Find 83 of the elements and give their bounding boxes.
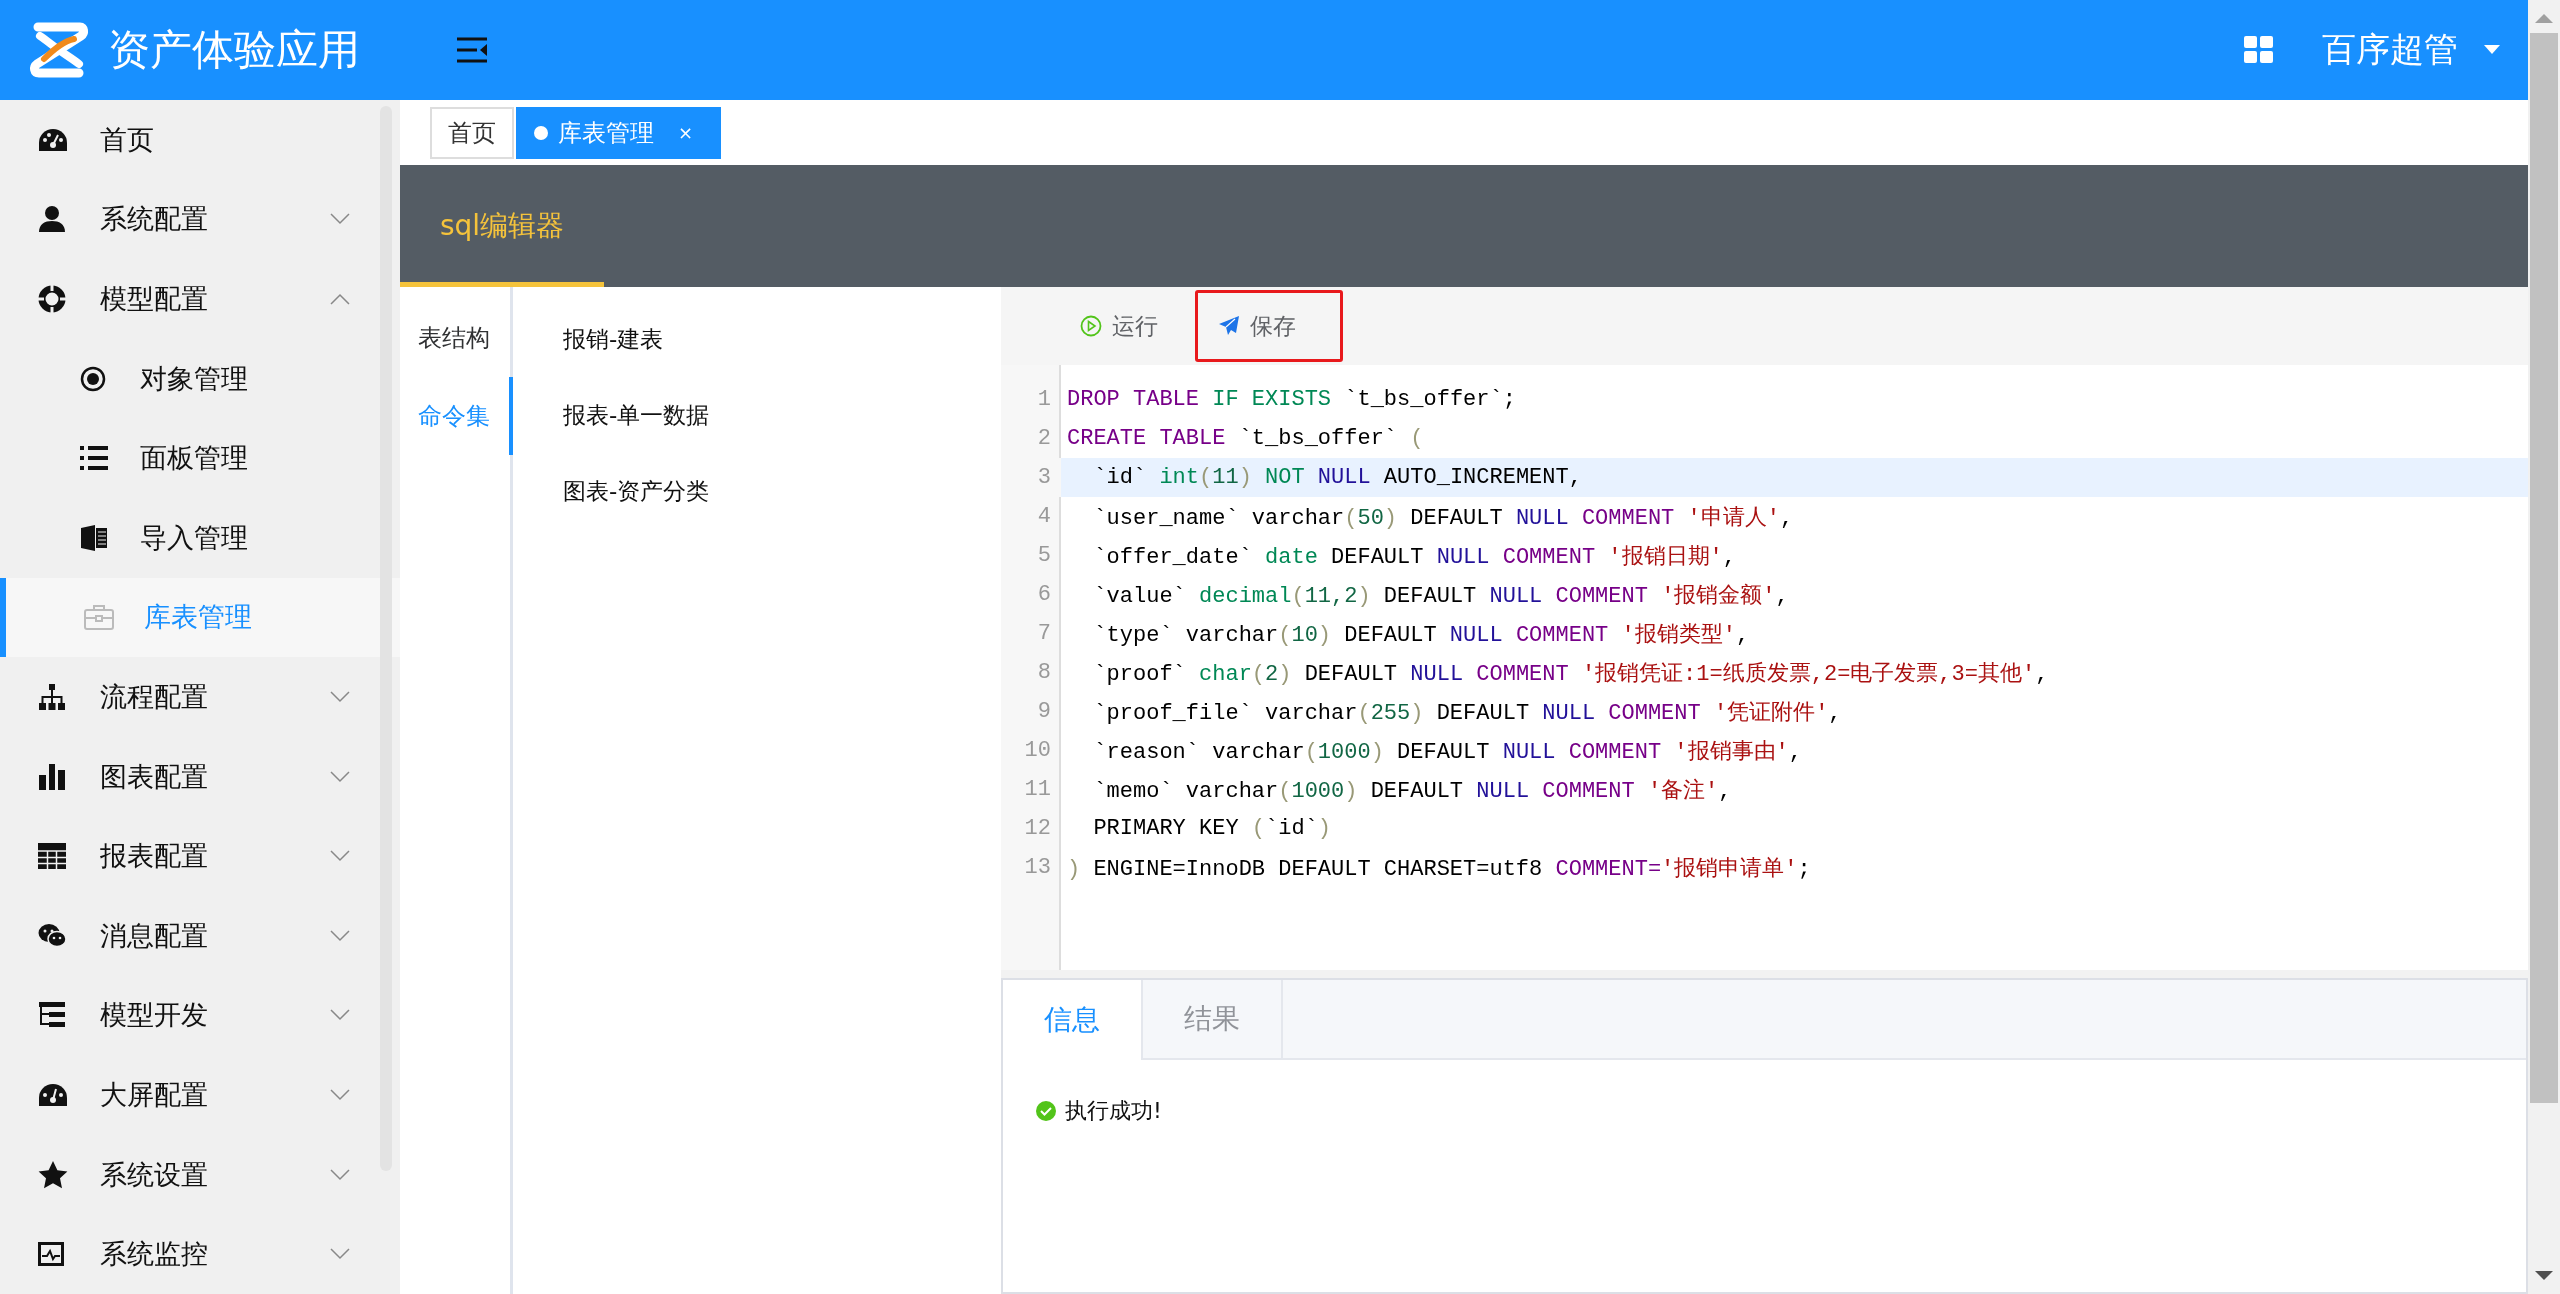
line-number: 2	[1036, 425, 1052, 453]
page-tab[interactable]: 首页	[430, 106, 514, 159]
line-number: 10	[1023, 737, 1052, 765]
scrollbar[interactable]	[2528, 0, 2560, 1294]
code-editor[interactable]	[1001, 365, 2528, 970]
monitor-icon	[38, 1242, 64, 1267]
line-number: 1	[1036, 386, 1052, 414]
menu-item[interactable]: 图表配置	[0, 736, 400, 817]
chevron-down-icon	[330, 1088, 350, 1101]
grid-icon[interactable]	[2244, 36, 2274, 64]
briefcase-icon	[84, 603, 114, 632]
chevron-down-icon	[330, 850, 350, 863]
submenu-item[interactable]: 面板管理	[0, 418, 400, 498]
code-line: `proof_file` varchar(255) DEFAULT NULL COMMENT '凭证附件',	[1092, 699, 1842, 727]
submenu-item[interactable]: 导入管理	[0, 497, 400, 578]
panel-title[interactable]: sql编辑器	[400, 165, 605, 287]
dashboard-icon	[38, 127, 68, 152]
menu-item[interactable]: 报表配置	[0, 816, 400, 896]
lifebuoy-icon	[38, 285, 66, 313]
code-line: DROP TABLE IF EXISTS `t_bs_offer`;	[1066, 387, 1516, 412]
book-icon	[80, 523, 108, 552]
code-line: `type` varchar(10) DEFAULT NULL COMMENT '报销类型',	[1092, 621, 1750, 649]
chevron-down-icon	[330, 770, 350, 783]
code-line: `value` decimal(11,2) DEFAULT NULL COMMENT '报销金额',	[1092, 582, 1789, 610]
code-line: `offer_date` date DEFAULT NULL COMMENT '报销日期',	[1092, 543, 1736, 571]
submenu-item[interactable]: 对象管理	[0, 338, 400, 419]
line-number: 6	[1036, 581, 1052, 609]
bar-chart-icon	[38, 762, 66, 791]
line-number: 5	[1036, 542, 1052, 570]
code-line: CREATE TABLE `t_bs_offer` (	[1066, 426, 1424, 451]
chevron-down-icon	[330, 213, 350, 226]
line-number: 7	[1036, 620, 1052, 648]
line-number: 8	[1036, 659, 1052, 687]
list-icon	[80, 445, 108, 472]
active-dot	[534, 125, 548, 140]
status-message: 执行成功!	[1065, 1097, 1162, 1125]
menu-item[interactable]: 模型配置	[0, 259, 400, 339]
side-tab[interactable]: 表结构	[400, 299, 513, 377]
chevron-down-icon	[330, 1009, 350, 1022]
user-icon	[38, 205, 66, 234]
code-line: `id` int(11) NOT NULL AUTO_INCREMENT,	[1092, 465, 1582, 490]
app-title: 资产体验应用	[108, 24, 360, 76]
chevron-up-icon	[330, 293, 350, 305]
toolbar-button[interactable]: 保存	[1195, 290, 1343, 362]
code-line: ) ENGINE=InnoDB DEFAULT CHARSET=utf8 COMMENT='报销申请单';	[1066, 855, 1811, 883]
menu-item[interactable]: 流程配置	[0, 657, 400, 737]
line-number: 13	[1023, 854, 1052, 882]
chevron-down-icon	[330, 929, 350, 942]
code-line: `proof` char(2) DEFAULT NULL COMMENT '报销凭证:1=纸质发票,2=电子发票,3=其他',	[1092, 660, 2049, 688]
menu-toggle-icon[interactable]	[456, 36, 488, 64]
radio-icon	[80, 365, 106, 392]
chat-icon	[38, 922, 66, 949]
chevron-down-icon	[330, 1168, 350, 1181]
command-item[interactable]: 报表-单一数据	[513, 377, 1001, 453]
menu-item[interactable]: 消息配置	[0, 895, 400, 976]
menu-item[interactable]: 系统设置	[0, 1134, 400, 1215]
toolbar-button[interactable]: 运行	[1057, 290, 1181, 362]
chevron-down-icon	[330, 1248, 350, 1261]
code-line: `reason` varchar(1000) DEFAULT NULL COMMENT '报销事由',	[1092, 738, 1802, 766]
star-icon	[38, 1160, 68, 1189]
paper-plane-icon	[1218, 315, 1240, 337]
menu-item[interactable]: 模型开发	[0, 975, 400, 1056]
menu-item[interactable]: 大屏配置	[0, 1055, 400, 1135]
chevron-down-icon	[330, 690, 350, 703]
line-number: 12	[1023, 815, 1052, 843]
check-circle-icon	[1035, 1100, 1057, 1122]
code-line: `user_name` varchar(50) DEFAULT NULL COMMENT '申请人',	[1092, 504, 1794, 532]
menu-item[interactable]: 首页	[0, 100, 400, 180]
line-number: 9	[1036, 698, 1052, 726]
menu-item[interactable]: 系统监控	[0, 1214, 400, 1294]
menu-item[interactable]: 系统配置	[0, 179, 400, 260]
play-circle-icon	[1080, 315, 1102, 337]
sitemap-icon	[38, 682, 66, 711]
code-line: PRIMARY KEY (`id`)	[1092, 816, 1332, 841]
command-item[interactable]: 图表-资产分类	[513, 453, 1001, 529]
command-item[interactable]: 报销-建表	[513, 301, 1001, 377]
line-number: 4	[1036, 503, 1052, 531]
code-line: `memo` varchar(1000) DEFAULT NULL COMMENT '备注',	[1092, 777, 1732, 805]
line-number: 11	[1023, 776, 1052, 804]
gauge-icon	[38, 1082, 68, 1107]
table-icon	[38, 842, 66, 871]
tree-list-icon	[38, 1001, 66, 1030]
caret-icon[interactable]	[2484, 45, 2500, 55]
